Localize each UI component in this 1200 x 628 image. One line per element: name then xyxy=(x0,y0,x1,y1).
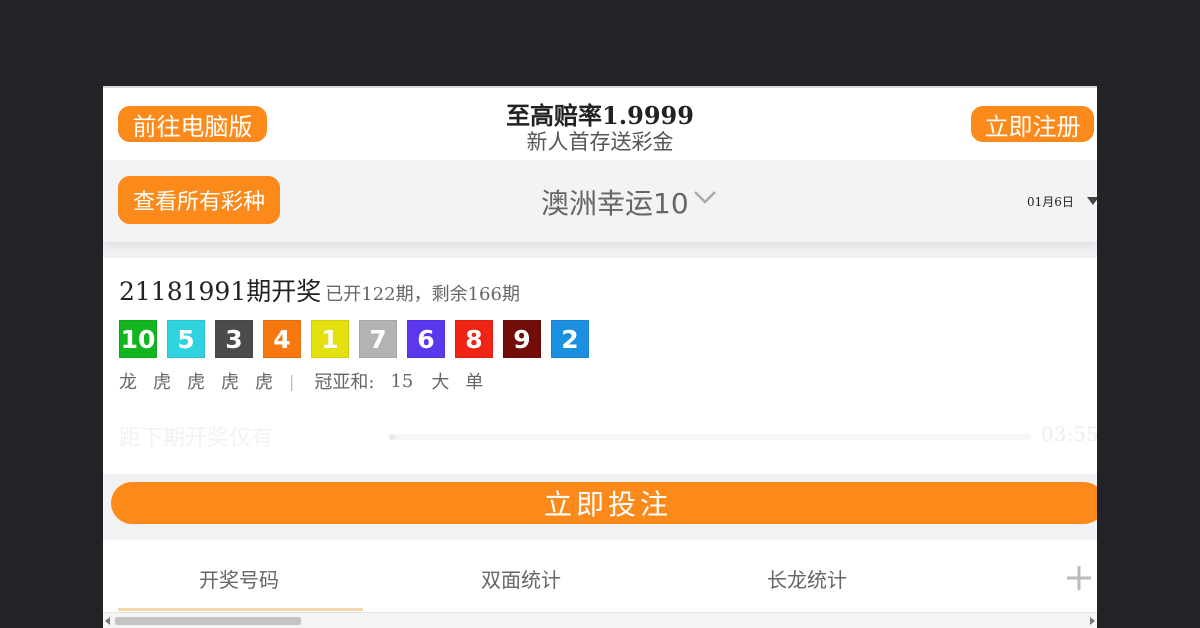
result-ball: 2 xyxy=(551,320,589,358)
plus-icon[interactable] xyxy=(1065,564,1093,592)
caret-down-icon[interactable] xyxy=(1087,197,1097,205)
sum-value: 15 xyxy=(390,370,414,392)
scroll-left-icon[interactable] xyxy=(105,617,110,625)
scroll-right-icon[interactable] xyxy=(1090,617,1095,625)
result-ball: 5 xyxy=(167,320,205,358)
stats-separator: | xyxy=(289,371,295,391)
dragon-tiger-3: 虎 xyxy=(187,372,205,393)
result-ball: 6 xyxy=(407,320,445,358)
tab-streak-stats[interactable]: 长龙统计 xyxy=(767,564,847,593)
dragon-tiger-5: 虎 xyxy=(255,372,273,393)
all-lotteries-button[interactable]: 查看所有彩种 xyxy=(118,176,280,224)
issue-progress: 已开122期，剩余166期 xyxy=(325,284,520,305)
lottery-name-selector[interactable]: 澳洲幸运10 xyxy=(541,182,689,222)
register-button[interactable]: 立即注册 xyxy=(971,106,1094,142)
result-ball: 8 xyxy=(455,320,493,358)
app-frame: 前往电脑版 至高赔率1.9999 新人首存送彩金 立即注册 查看所有彩种 澳洲幸… xyxy=(103,86,1097,628)
dragon-tiger-1: 龙 xyxy=(119,372,137,393)
result-ball: 1 xyxy=(311,320,349,358)
issue-number: 21181991期开奖 xyxy=(119,277,322,306)
result-card: 21181991期开奖 已开122期，剩余166期 10 5 3 4 1 7 6 … xyxy=(103,258,1097,474)
top-header: 前往电脑版 至高赔率1.9999 新人首存送彩金 立即注册 xyxy=(103,88,1097,160)
countdown-progress-fill xyxy=(389,434,396,440)
horizontal-scrollbar[interactable] xyxy=(103,612,1097,628)
result-ball: 9 xyxy=(503,320,541,358)
parity-value: 单 xyxy=(465,372,484,393)
active-tab-indicator xyxy=(118,608,363,611)
tab-draw-numbers[interactable]: 开奖号码 xyxy=(199,564,279,593)
sum-label: 冠亚和: xyxy=(314,372,375,393)
countdown-progress xyxy=(389,434,1031,440)
result-ball: 10 xyxy=(119,320,157,358)
issue-line: 21181991期开奖 已开122期，剩余166期 xyxy=(119,272,520,308)
dragon-tiger-2: 虎 xyxy=(153,372,171,393)
promo-subtitle: 新人首存送彩金 xyxy=(526,130,674,154)
chevron-down-icon[interactable] xyxy=(693,188,717,206)
result-ball: 4 xyxy=(263,320,301,358)
dragon-tiger-4: 虎 xyxy=(221,372,239,393)
scrollbar-thumb[interactable] xyxy=(115,617,301,625)
result-stats: 龙 虎 虎 虎 虎 | 冠亚和: 15 大 单 xyxy=(119,368,499,394)
date-selector[interactable]: 01月6日 xyxy=(1027,193,1074,210)
countdown-label: 距下期开奖仅有 xyxy=(119,426,274,451)
result-ball: 3 xyxy=(215,320,253,358)
tab-two-side-stats[interactable]: 双面统计 xyxy=(481,564,561,593)
size-value: 大 xyxy=(431,372,450,393)
lottery-bar: 查看所有彩种 澳洲幸运10 01月6日 xyxy=(103,160,1097,242)
countdown-time: 03:55 xyxy=(1041,422,1097,446)
result-ball: 7 xyxy=(359,320,397,358)
result-balls: 10 5 3 4 1 7 6 8 9 2 xyxy=(119,320,589,358)
stats-tabs: 开奖号码 双面统计 长龙统计 xyxy=(103,540,1097,612)
place-bet-button[interactable]: 立即投注 xyxy=(111,482,1097,524)
